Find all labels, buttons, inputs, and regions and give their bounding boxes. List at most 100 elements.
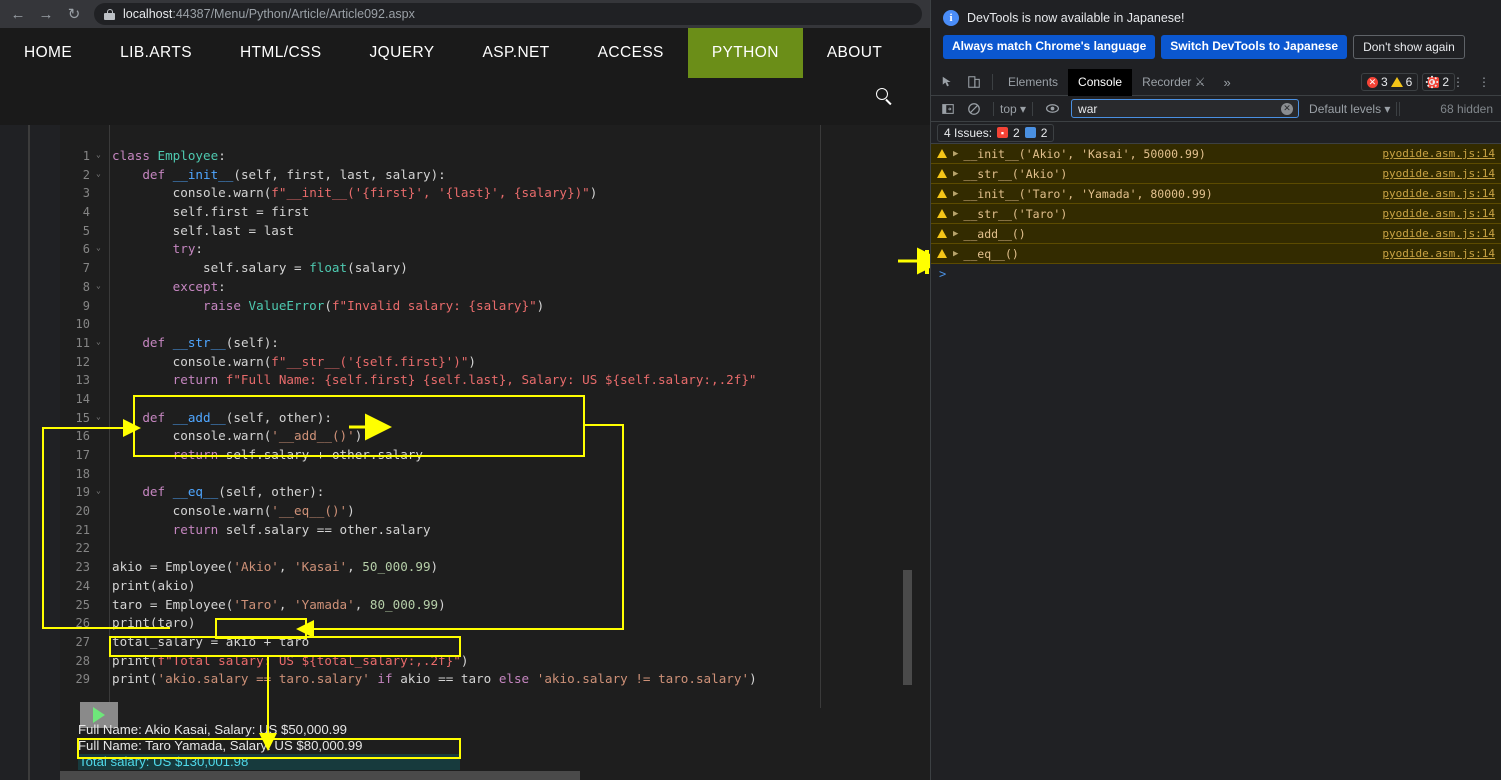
expand-chevron-icon[interactable]: ▶ — [953, 209, 958, 219]
nav-item-aspnet[interactable]: ASP.NET — [459, 28, 574, 78]
code-line[interactable]: 26 print(taro) — [60, 614, 822, 633]
code-line[interactable]: 5 self.last = last — [60, 222, 822, 241]
fold-chevron-icon[interactable]: ⌄ — [96, 151, 101, 159]
code-line[interactable]: 18 — [60, 465, 822, 484]
console-message-source[interactable]: pyodide.asm.js:14 — [1382, 187, 1495, 200]
code-line[interactable]: 16 console.warn('__add__()') — [60, 427, 822, 446]
fold-chevron-icon[interactable]: ⌄ — [96, 281, 101, 290]
fold-chevron-icon[interactable]: ⌄ — [96, 412, 101, 421]
fold-chevron-icon[interactable]: ⌄ — [96, 337, 101, 346]
code-line[interactable]: 27 total_salary = akio + taro — [60, 633, 822, 652]
console-message-source[interactable]: pyodide.asm.js:14 — [1382, 147, 1495, 160]
fold-chevron-icon[interactable]: ⌄ — [96, 244, 101, 252]
console-message-source[interactable]: pyodide.asm.js:14 — [1382, 207, 1495, 220]
code-line[interactable]: 13 return f"Full Name: {self.first} {sel… — [60, 371, 822, 390]
issues-bar[interactable]: 4 Issues: ▪ 2 2 — [931, 122, 1501, 144]
nav-item-htmlcss[interactable]: HTML/CSS — [216, 28, 346, 78]
tab-recorder[interactable]: Recorder ⚔ — [1132, 69, 1215, 96]
console-message-source[interactable]: pyodide.asm.js:14 — [1382, 167, 1495, 180]
code-line[interactable]: 12 console.warn(f"__str__('{self.first}'… — [60, 353, 822, 372]
code-text: except: — [172, 278, 226, 294]
code-line[interactable]: 8 ⌄ except: — [60, 278, 822, 297]
code-line[interactable]: 28 print(f"Total salary: US ${total_salar… — [60, 652, 822, 671]
code-line[interactable]: 15 ⌄ def __add__(self, other): — [60, 409, 822, 428]
code-line[interactable]: 21 return self.salary == other.salary — [60, 521, 822, 540]
console-message-source[interactable]: pyodide.asm.js:14 — [1382, 227, 1495, 240]
search-icon[interactable] — [876, 88, 894, 106]
error-warning-counter[interactable]: ✕ 3 6 — [1360, 73, 1419, 91]
code-line[interactable]: 10 — [60, 315, 822, 334]
device-toolbar-icon[interactable] — [961, 70, 987, 94]
switch-to-japanese-button[interactable]: Switch DevTools to Japanese — [1161, 35, 1348, 59]
code-line[interactable]: 14 — [60, 390, 822, 409]
clear-input-icon[interactable]: ✕ — [1281, 102, 1294, 115]
code-line[interactable]: 4 self.first = first — [60, 203, 822, 222]
expand-chevron-icon[interactable]: ▶ — [953, 249, 958, 259]
code-line[interactable]: 1 ⌄ class Employee: — [60, 147, 822, 166]
nav-item-jquery[interactable]: JQUERY — [346, 28, 459, 78]
expand-chevron-icon[interactable]: ▶ — [953, 189, 958, 199]
address-bar[interactable]: localhost:44387/Menu/Python/Article/Arti… — [94, 3, 922, 25]
expand-chevron-icon[interactable]: ▶ — [953, 229, 958, 239]
code-line[interactable]: 23 akio = Employee('Akio', 'Kasai', 50_00… — [60, 558, 822, 577]
code-text: class Employee: — [112, 148, 226, 163]
code-line[interactable]: 20 console.warn('__eq__()') — [60, 502, 822, 521]
code-line[interactable]: 24 print(akio) — [60, 577, 822, 596]
gear-icon[interactable] — [1419, 70, 1445, 94]
code-line[interactable]: 3 console.warn(f"__init__('{first}', '{l… — [60, 184, 822, 203]
dont-show-again-button[interactable]: Don't show again — [1353, 35, 1465, 59]
editor-body[interactable]: 1 ⌄ class Employee: 2 ⌄ def __init__(self, f… — [60, 125, 914, 780]
back-arrow-icon[interactable]: ← — [4, 0, 32, 28]
code-line[interactable]: 22 — [60, 539, 822, 558]
nav-item-home[interactable]: HOME — [0, 28, 96, 78]
console-message[interactable]: ▶ __init__('Taro', 'Yamada', 80000.99) pyo… — [931, 184, 1501, 204]
reload-icon[interactable]: ↻ — [60, 0, 88, 28]
editor-vertical-scrollbar[interactable] — [900, 125, 914, 780]
console-message[interactable]: ▶ __eq__() pyodide.asm.js:14 — [931, 244, 1501, 264]
console-prompt[interactable]: > — [931, 264, 1501, 284]
live-expression-eye-icon[interactable] — [1039, 97, 1065, 121]
code-line[interactable]: 7 self.salary = float(salary) — [60, 259, 822, 278]
console-message-list[interactable]: ▶ __init__('Akio', 'Kasai', 50000.99) pyod… — [931, 144, 1501, 264]
code-area[interactable]: 1 ⌄ class Employee: 2 ⌄ def __init__(self, f… — [60, 125, 822, 708]
fold-chevron-icon[interactable]: ⌄ — [96, 169, 101, 178]
code-line[interactable]: 19 ⌄ def __eq__(self, other): — [60, 483, 822, 502]
issues-chip[interactable]: 4 Issues: ▪ 2 2 — [937, 123, 1055, 142]
always-match-language-button[interactable]: Always match Chrome's language — [943, 35, 1156, 59]
code-line[interactable]: 17 return self.salary + other.salary — [60, 446, 822, 465]
more-tabs-icon[interactable]: » — [1216, 75, 1239, 90]
inspect-element-icon[interactable] — [935, 70, 961, 94]
clear-console-icon[interactable] — [961, 97, 987, 121]
console-message-source[interactable]: pyodide.asm.js:14 — [1382, 247, 1495, 260]
code-line[interactable]: 2 ⌄ def __init__(self, first, last, salar… — [60, 166, 822, 185]
console-message[interactable]: ▶ __str__('Taro') pyodide.asm.js:14 — [931, 204, 1501, 224]
log-levels-selector[interactable]: Default levels ▾ — [1309, 102, 1390, 116]
fold-chevron-icon[interactable]: ⌄ — [96, 487, 101, 495]
forward-arrow-icon[interactable]: → — [32, 0, 60, 28]
code-line[interactable]: 25 taro = Employee('Taro', 'Yamada', 80_0… — [60, 596, 822, 615]
console-filter-input[interactable]: war ✕ — [1071, 99, 1300, 118]
nav-item-access[interactable]: ACCESS — [574, 28, 688, 78]
nav-item-about[interactable]: ABOUT — [803, 28, 906, 78]
tab-elements[interactable]: Elements — [998, 69, 1068, 96]
code-line[interactable]: 9 raise ValueError(f"Invalid salary: {sa… — [60, 297, 822, 316]
console-message[interactable]: ▶ __str__('Akio') pyodide.asm.js:14 — [931, 164, 1501, 184]
nav-item-python[interactable]: PYTHON — [687, 28, 803, 78]
code-lines[interactable]: 1 ⌄ class Employee: 2 ⌄ def __init__(self, f… — [60, 147, 822, 689]
more-vertical-icon[interactable]: ⋮ — [1445, 70, 1471, 94]
code-line[interactable]: 6 ⌄ try: — [60, 240, 822, 259]
expand-chevron-icon[interactable]: ▶ — [953, 169, 958, 179]
execution-context-selector[interactable]: top ▾ — [1000, 102, 1026, 116]
console-message[interactable]: ▶ __add__() pyodide.asm.js:14 — [931, 224, 1501, 244]
code-line[interactable]: 29 print('akio.salary == taro.salary' if … — [60, 670, 822, 689]
nav-item-libarts[interactable]: LIB.ARTS — [96, 28, 216, 78]
editor-horizontal-scrollbar[interactable] — [60, 771, 914, 780]
console-message[interactable]: ▶ __init__('Akio', 'Kasai', 50000.99) pyod… — [931, 144, 1501, 164]
code-line[interactable]: 11 ⌄ def __str__(self): — [60, 334, 822, 353]
tab-console[interactable]: Console — [1068, 68, 1133, 96]
close-icon[interactable]: ⋮ — [1471, 70, 1497, 94]
console-filter-value: war — [1078, 101, 1098, 116]
console-sidebar-icon[interactable] — [935, 97, 961, 121]
execution-context-label: top — [1000, 101, 1017, 116]
expand-chevron-icon[interactable]: ▶ — [953, 149, 958, 159]
